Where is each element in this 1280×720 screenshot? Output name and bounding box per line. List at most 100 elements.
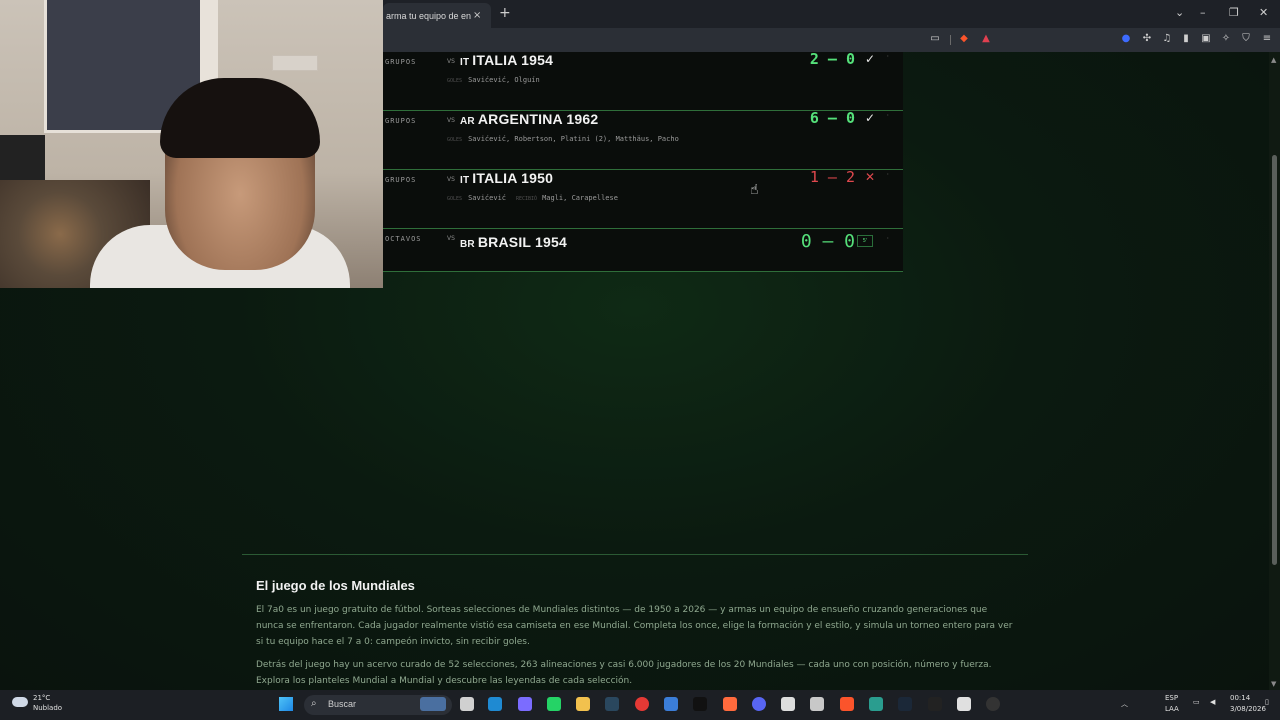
tray-overflow-icon[interactable]: ︿ <box>1121 699 1128 709</box>
app-orange-icon[interactable] <box>723 697 737 711</box>
clock-time[interactable]: 00:14 <box>1230 694 1250 702</box>
scroll-up-arrow-icon[interactable]: ▲ <box>1271 56 1276 64</box>
country-code: AR <box>460 116 475 127</box>
match-row: OCTAVOS VS BR BRASIL 1954 0 – 0 5' · <box>383 229 903 272</box>
vs-label: VS <box>447 58 455 65</box>
about-title: El juego de los Mundiales <box>256 578 415 593</box>
scorers-line: GOLES Savićević, Olguín <box>447 76 540 84</box>
notepad-icon[interactable] <box>664 697 678 711</box>
start-button[interactable] <box>279 697 293 711</box>
app-store-icon[interactable] <box>957 697 971 711</box>
language-secondary[interactable]: LAA <box>1165 705 1179 713</box>
app-window-icon[interactable] <box>781 697 795 711</box>
brave-rewards-icon[interactable]: ▲ <box>980 33 992 45</box>
webcam-overlay <box>0 0 383 288</box>
tab-search-icon[interactable]: ⌄ <box>1175 6 1184 19</box>
vs-label: VS <box>447 235 455 242</box>
weather-description[interactable]: Nublado <box>33 704 62 712</box>
weather-cloud-icon[interactable] <box>12 697 28 707</box>
check-icon: ✓ <box>864 52 875 66</box>
match-list: GRUPOS VS IT ITALIA 1954 GOLES Savićević, … <box>383 52 903 272</box>
scorers: Savićević, Robertson, Platini (2), Matth… <box>468 135 679 143</box>
clock-date[interactable]: 3/08/2026 <box>1230 705 1266 713</box>
menu-icon[interactable]: ≡ <box>1261 33 1273 45</box>
match-row: GRUPOS VS IT ITALIA 1950 GOLES Savićević RE… <box>383 168 903 229</box>
cross-icon: ✕ <box>864 170 875 184</box>
wallet-icon[interactable]: ▣ <box>1200 33 1212 45</box>
taskbar-widget-icon[interactable] <box>420 697 446 711</box>
language-primary[interactable]: ESP <box>1165 694 1178 702</box>
match-score: 2 – 0 <box>809 52 855 68</box>
opponent-name: AR ARGENTINA 1962 <box>460 111 598 127</box>
match-row: GRUPOS VS AR ARGENTINA 1962 GOLES Savićevi… <box>383 109 903 170</box>
media-icon[interactable]: ♫ <box>1161 33 1173 45</box>
opponent-name: IT ITALIA 1950 <box>460 170 553 186</box>
country-code: IT <box>460 175 470 186</box>
notifications-icon[interactable]: ▯ <box>1265 698 1269 706</box>
network-icon[interactable]: ▭ <box>1193 698 1200 706</box>
check-icon: ✓ <box>864 111 875 125</box>
vpn-shield-icon[interactable]: ⛉ <box>1240 33 1252 45</box>
penalty-badge: 5' <box>857 235 873 247</box>
cast-icon[interactable]: ▭ <box>929 33 941 45</box>
opponent-name: IT ITALIA 1954 <box>460 52 553 68</box>
obs-icon[interactable] <box>986 697 1000 711</box>
tab-close-icon[interactable]: × <box>473 10 481 21</box>
whatsapp-icon[interactable] <box>547 697 561 711</box>
brave-icon[interactable] <box>840 697 854 711</box>
minimize-button[interactable]: – <box>1200 6 1206 19</box>
edge-icon[interactable] <box>488 697 502 711</box>
brave-shields-icon[interactable]: ◆ <box>958 33 970 45</box>
goals-label: GOLES <box>447 78 463 84</box>
opponent-label: ITALIA 1954 <box>472 52 554 68</box>
volume-icon[interactable]: ◀ <box>1210 698 1215 706</box>
steam-app-icon[interactable] <box>898 697 912 711</box>
tiktok-icon[interactable] <box>693 697 707 711</box>
status-dot: · <box>886 111 889 120</box>
scroll-down-arrow-icon[interactable]: ▼ <box>1271 680 1276 688</box>
about-paragraph-2: Detrás del juego hay un acervo curado de… <box>256 660 992 686</box>
match-stage: OCTAVOS <box>385 235 422 243</box>
browser-tab[interactable]: arma tu equipo de ensu × <box>383 3 491 28</box>
match-stage: GRUPOS <box>385 176 417 184</box>
weather-temperature[interactable]: 21°C <box>33 694 50 702</box>
match-stage: GRUPOS <box>385 58 417 66</box>
conceded-scorers: Magli, Carapellese <box>542 194 618 202</box>
file-explorer-icon[interactable] <box>576 697 590 711</box>
steam-icon[interactable] <box>605 697 619 711</box>
about-paragraph-1: El 7a0 es un juego gratuito de fútbol. S… <box>256 605 1013 647</box>
close-window-button[interactable]: ✕ <box>1259 6 1268 19</box>
app-teal-icon[interactable] <box>869 697 883 711</box>
extension-icon[interactable]: ● <box>1120 33 1132 45</box>
status-dot: · <box>886 234 889 243</box>
section-divider <box>242 554 1028 555</box>
sidebar-icon[interactable]: ▮ <box>1180 33 1192 45</box>
new-tab-button[interactable]: + <box>499 5 511 21</box>
country-code: IT <box>460 57 470 68</box>
match-score: 6 – 0 <box>809 109 855 127</box>
goals-label: GOLES <box>447 137 463 143</box>
leo-ai-icon[interactable]: ✧ <box>1220 33 1232 45</box>
match-row: GRUPOS VS IT ITALIA 1954 GOLES Savićević, … <box>383 52 903 111</box>
calculator-icon[interactable] <box>810 697 824 711</box>
webcam-light-switch <box>272 55 318 71</box>
maximize-button[interactable]: ❐ <box>1229 6 1239 19</box>
capcut-icon[interactable] <box>928 697 942 711</box>
country-code: BR <box>460 239 475 250</box>
scrollbar-thumb[interactable] <box>1272 155 1277 565</box>
copilot-icon[interactable] <box>518 697 532 711</box>
chrome-icon[interactable] <box>635 697 649 711</box>
tab-title: arma tu equipo de ensu <box>386 10 471 21</box>
opponent-name: BR BRASIL 1954 <box>460 234 567 250</box>
extensions-puzzle-icon[interactable]: ✣ <box>1141 33 1153 45</box>
scorers: Savićević <box>468 194 506 202</box>
opponent-label: ARGENTINA 1962 <box>477 111 599 127</box>
task-view-icon[interactable] <box>460 697 474 711</box>
opponent-label: ITALIA 1950 <box>472 170 554 186</box>
hand-cursor-icon: ☝ <box>750 182 759 198</box>
search-label: Buscar <box>328 699 357 709</box>
match-score: 1 – 2 <box>809 168 855 186</box>
discord-icon[interactable] <box>752 697 766 711</box>
goals-label: GOLES <box>447 196 463 202</box>
scorers-line: GOLES Savićević, Robertson, Platini (2), … <box>447 135 679 143</box>
